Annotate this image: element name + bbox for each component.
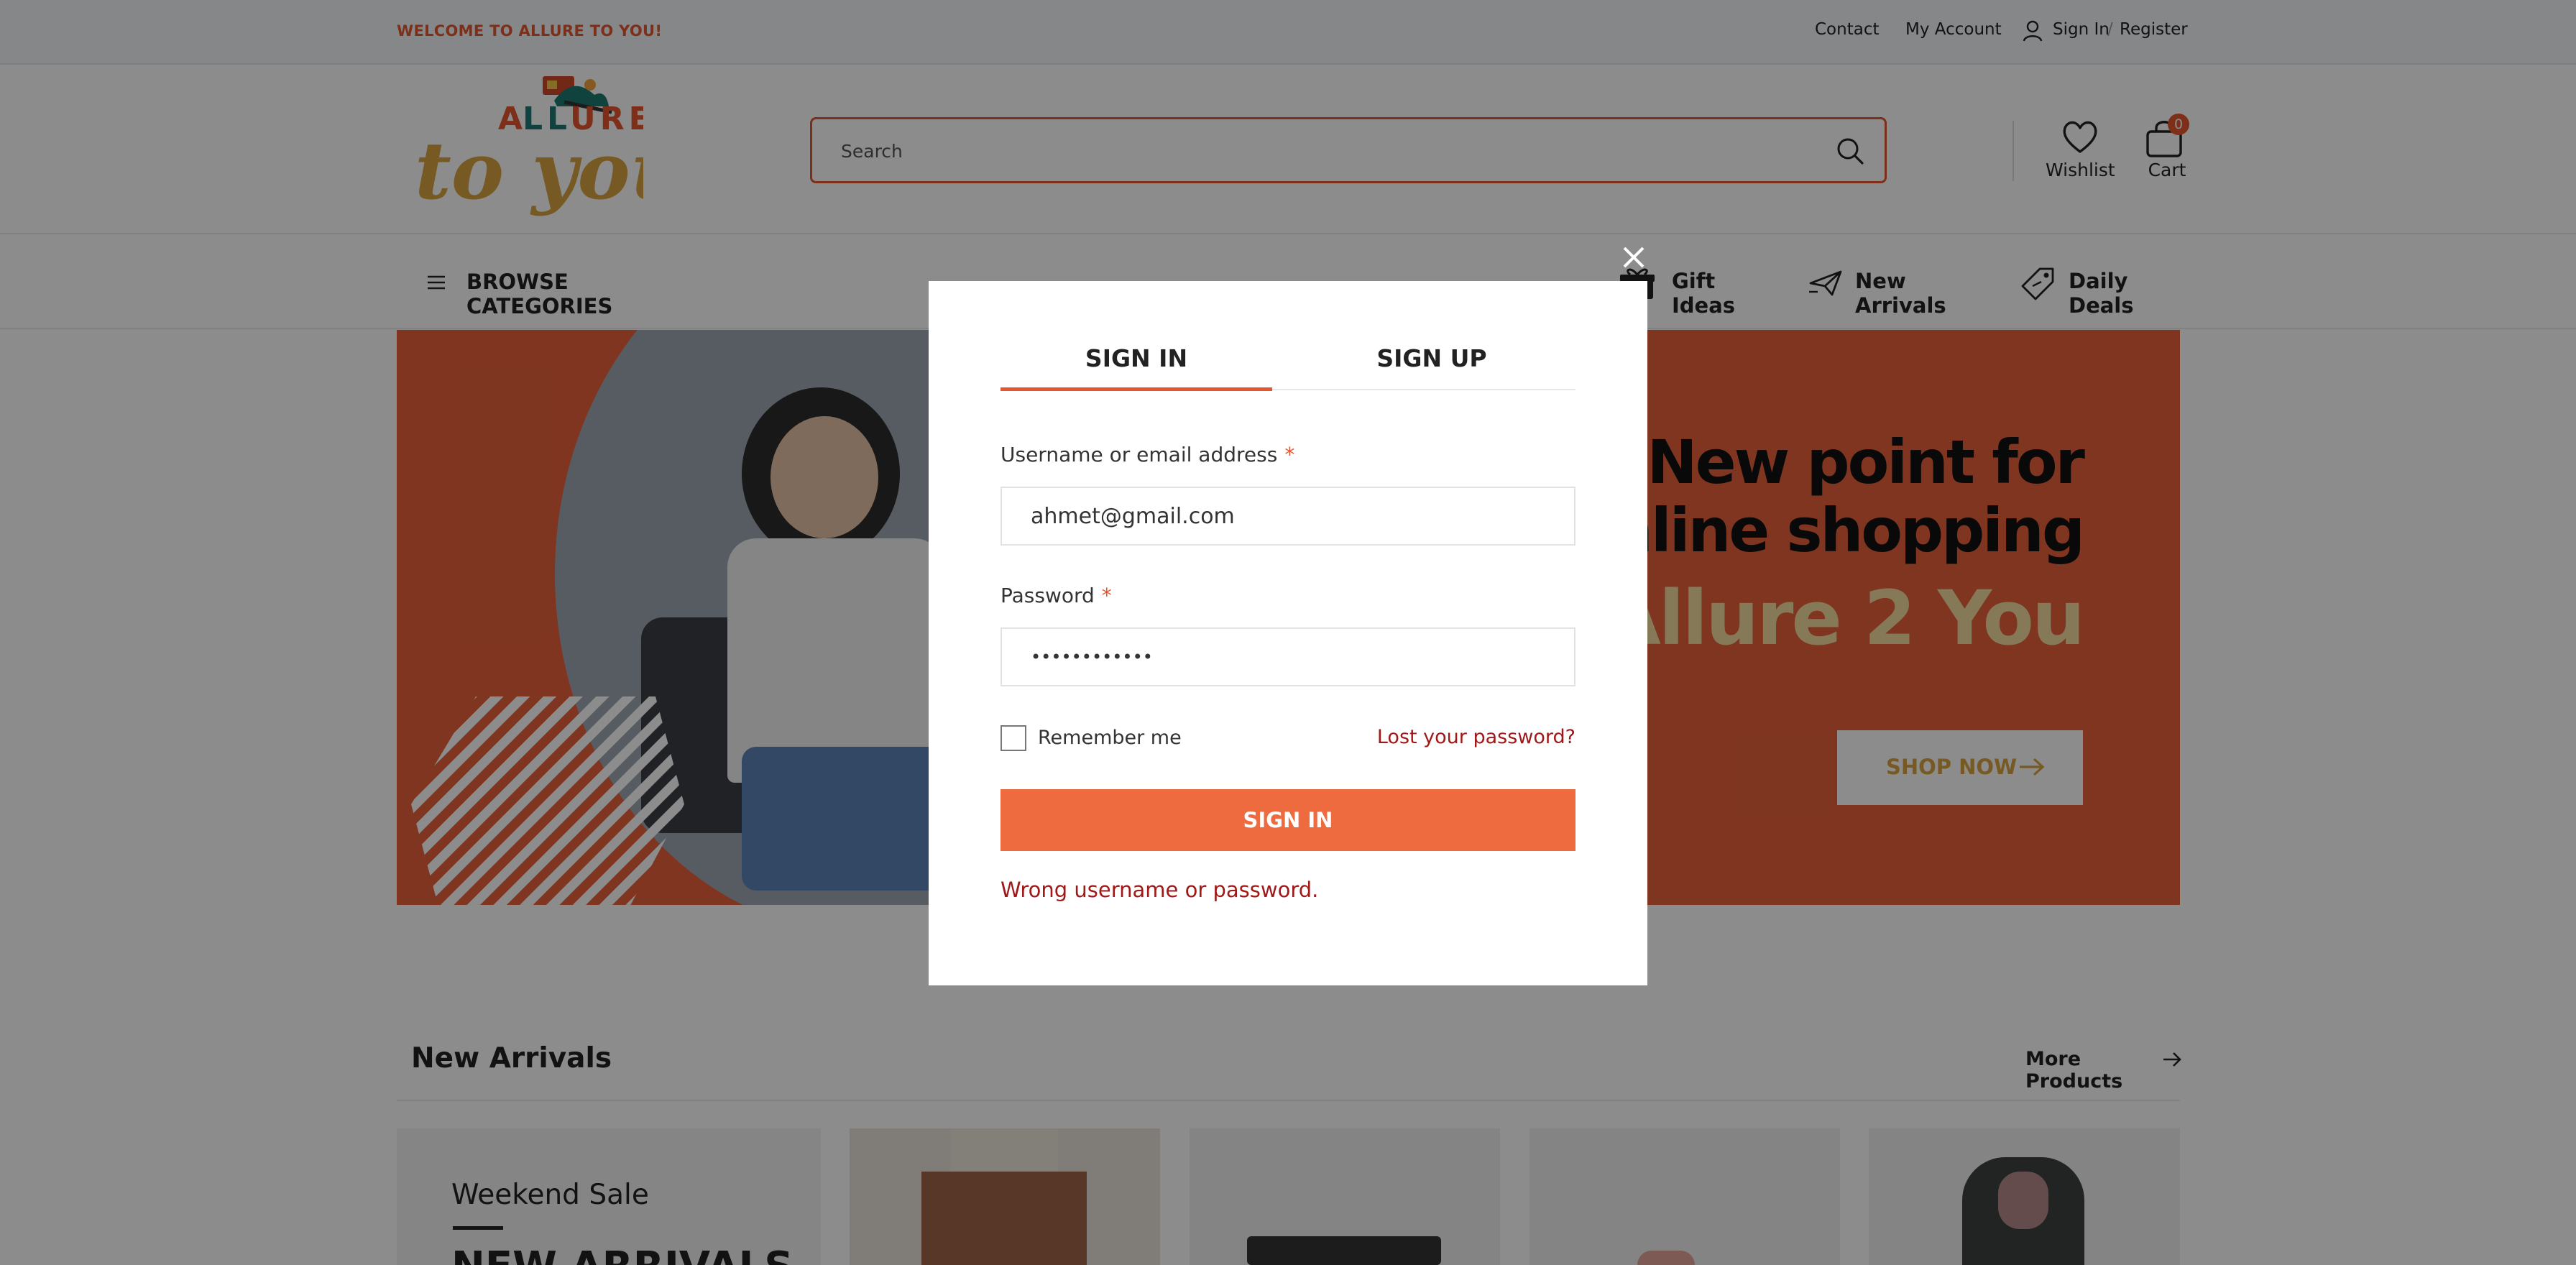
active-tab-indicator (1000, 387, 1272, 391)
remember-me-label: Remember me (1038, 727, 1182, 749)
username-label: Username or email address * (1000, 443, 1294, 466)
password-label-text: Password (1000, 584, 1095, 607)
required-mark: * (1101, 584, 1112, 607)
tab-sign-in[interactable]: SIGN IN (1000, 344, 1272, 383)
username-label-text: Username or email address (1000, 443, 1278, 466)
username-field[interactable] (1000, 487, 1576, 546)
lost-password-link[interactable]: Lost your password? (1377, 726, 1576, 748)
password-label: Password * (1000, 584, 1112, 607)
tab-sign-up[interactable]: SIGN UP (1296, 344, 1568, 383)
error-message: Wrong username or password. (1000, 878, 1319, 902)
sign-in-button[interactable]: SIGN IN (1000, 789, 1576, 851)
required-mark: * (1284, 443, 1295, 466)
remember-me-checkbox[interactable] (1000, 725, 1026, 751)
password-field[interactable] (1000, 627, 1576, 686)
login-modal: SIGN IN SIGN UP Username or email addres… (929, 281, 1647, 985)
close-icon[interactable] (1621, 244, 1647, 270)
